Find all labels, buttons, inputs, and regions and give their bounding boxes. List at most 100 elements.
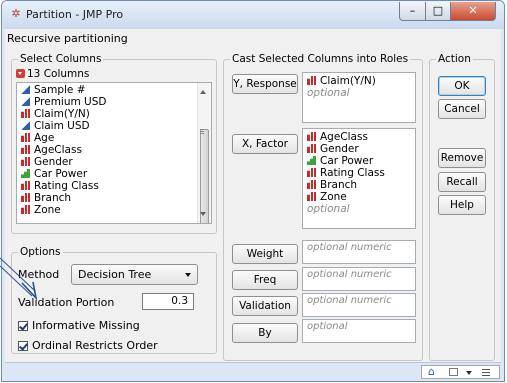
partition-dialog-window: ✲ Partition - JMP Pro – □ ✕ Recursive pa… [1, 0, 505, 382]
list-item[interactable]: Claim(Y/N) [21, 108, 107, 120]
window-title: Partition - JMP Pro [26, 8, 124, 21]
close-button[interactable]: ✕ [450, 2, 496, 21]
select-columns-group: Select Columns 13 Columns Sample # Premi… [11, 53, 217, 234]
list-item[interactable]: Car Power [21, 168, 107, 180]
validation-role-box[interactable]: optional numeric [302, 293, 416, 317]
roles-group: Cast Selected Columns into Roles Y, Resp… [223, 53, 423, 361]
informative-missing-checkbox[interactable]: Informative Missing [18, 319, 140, 332]
y-response-listbox[interactable]: Claim(Y/N) optional [302, 72, 416, 123]
continuous-icon [21, 121, 30, 130]
list-item[interactable]: Zone [21, 204, 107, 216]
optional-placeholder: optional [307, 203, 350, 215]
list-item[interactable]: Branch [307, 179, 411, 191]
roles-legend: Cast Selected Columns into Roles [230, 53, 411, 66]
scroll-grip-icon [200, 129, 204, 130]
status-bar: ⌂ [5, 362, 501, 381]
list-item[interactable]: Branch [21, 192, 107, 204]
list-item[interactable]: Sample # [21, 84, 107, 96]
cancel-button[interactable]: Cancel [438, 99, 486, 119]
nominal-icon [21, 109, 30, 118]
menu-icon[interactable] [482, 369, 490, 370]
checkbox-checked-icon[interactable] [18, 321, 28, 331]
dialog-subtitle: Recursive partitioning [7, 32, 128, 45]
columns-listbox[interactable]: Sample # Premium USD Claim(Y/N) Claim US… [16, 82, 212, 224]
list-item[interactable]: Claim USD [21, 120, 107, 132]
ok-button[interactable]: OK [438, 76, 486, 96]
list-item[interactable]: Car Power [307, 155, 411, 167]
validation-portion-input[interactable]: 0.3 [142, 293, 194, 310]
nominal-icon [307, 76, 316, 85]
ordinal-restricts-order-label: Ordinal Restricts Order [32, 339, 158, 352]
optional-placeholder: optional [307, 87, 350, 99]
nominal-icon [21, 193, 30, 202]
list-item[interactable]: AgeClass [21, 144, 107, 156]
validation-button[interactable]: Validation [232, 296, 298, 316]
continuous-icon [21, 85, 30, 94]
minimize-button[interactable]: – [399, 2, 426, 21]
options-legend: Options [18, 246, 63, 259]
nominal-icon [21, 181, 30, 190]
nominal-icon [21, 205, 30, 214]
validation-portion-label: Validation Portion [18, 296, 115, 309]
method-label: Method [18, 268, 60, 281]
select-columns-legend: Select Columns [18, 53, 104, 66]
y-response-button[interactable]: Y, Response [232, 74, 298, 94]
nominal-icon [21, 133, 30, 142]
list-item[interactable]: Gender [307, 143, 411, 155]
nominal-icon [307, 144, 316, 153]
freq-role-box[interactable]: optional numeric [302, 267, 416, 291]
options-group: Options Method Decision Tree Validation … [11, 246, 217, 354]
chevron-down-icon[interactable] [466, 371, 472, 375]
list-item[interactable]: AgeClass [307, 131, 411, 143]
home-icon[interactable]: ⌂ [428, 366, 435, 378]
list-item[interactable]: Zone [307, 191, 411, 203]
by-button[interactable]: By [232, 323, 298, 343]
title-bar[interactable]: ✲ Partition - JMP Pro – □ ✕ [2, 1, 504, 29]
nominal-icon [307, 192, 316, 201]
jmp-app-icon: ✲ [11, 7, 21, 20]
columns-count-header[interactable]: 13 Columns [16, 68, 89, 81]
status-icons: ⌂ [421, 365, 500, 379]
list-item[interactable]: Age [21, 132, 107, 144]
continuous-icon [21, 97, 30, 106]
list-item[interactable]: Premium USD [21, 96, 107, 108]
nominal-icon [21, 145, 30, 154]
nominal-icon [307, 168, 316, 177]
columns-count-label: 13 Columns [27, 68, 90, 80]
recall-button[interactable]: Recall [438, 172, 486, 192]
list-item[interactable]: Rating Class [307, 167, 411, 179]
method-selected-value: Decision Tree [78, 268, 152, 281]
informative-missing-label: Informative Missing [32, 319, 140, 332]
collapse-disclosure-icon[interactable] [16, 69, 25, 78]
scroll-down-arrow-icon[interactable] [200, 212, 206, 216]
scroll-up-arrow-icon[interactable] [200, 90, 206, 94]
list-item[interactable]: Rating Class [21, 180, 107, 192]
weight-role-box[interactable]: optional numeric [302, 240, 416, 264]
ordinal-icon [21, 169, 30, 178]
list-item[interactable]: Claim(Y/N) [307, 75, 411, 87]
chevron-down-icon [185, 273, 191, 277]
nominal-icon [307, 180, 316, 189]
columns-scrollbar[interactable] [197, 83, 211, 223]
by-role-box[interactable]: optional [302, 319, 416, 343]
window-list-icon[interactable] [449, 368, 458, 376]
validation-portion-value: 0.3 [171, 295, 188, 307]
x-factor-button[interactable]: X, Factor [232, 134, 298, 154]
weight-button[interactable]: Weight [232, 244, 298, 264]
dialog-body: Recursive partitioning Select Columns 13… [5, 29, 501, 362]
action-group: Action OK Cancel Remove Recall Help [429, 53, 495, 361]
help-button[interactable]: Help [438, 195, 486, 215]
nominal-icon [21, 157, 30, 166]
checkbox-checked-icon[interactable] [18, 341, 28, 351]
freq-button[interactable]: Freq [232, 270, 298, 290]
remove-button[interactable]: Remove [438, 148, 486, 168]
nominal-icon [307, 132, 316, 141]
x-factor-listbox[interactable]: AgeClass Gender Car Power Rating Class B… [302, 128, 416, 229]
method-dropdown[interactable]: Decision Tree [71, 264, 198, 285]
action-legend: Action [436, 53, 473, 66]
ordinal-restricts-order-checkbox[interactable]: Ordinal Restricts Order [18, 339, 158, 352]
scroll-thumb[interactable] [200, 129, 209, 223]
ordinal-icon [307, 156, 316, 165]
maximize-button[interactable]: □ [425, 2, 451, 21]
list-item[interactable]: Gender [21, 156, 107, 168]
